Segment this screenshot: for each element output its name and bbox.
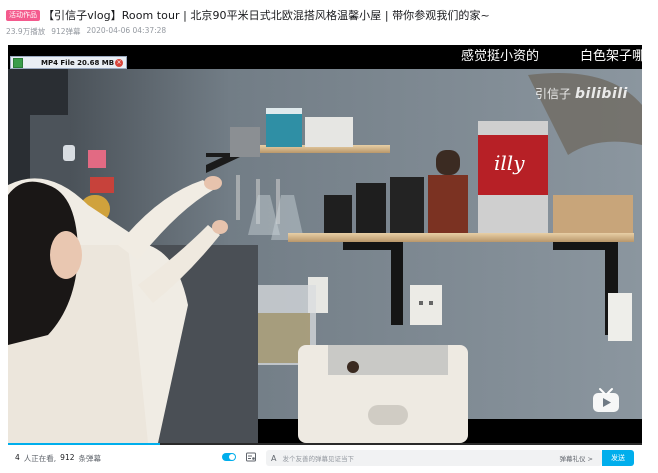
close-icon[interactable]: × — [115, 58, 123, 67]
publish-date: 2020-04-06 04:37:28 — [86, 26, 167, 35]
svg-text:illy: illy — [494, 151, 525, 175]
danmaku-count: 912弹幕 — [51, 27, 81, 36]
view-count: 23.9万播放 — [6, 27, 46, 36]
danmaku-input-placeholder: 发个友善的弹幕见证当下 — [282, 455, 354, 463]
progress-bar[interactable] — [8, 443, 642, 445]
bilibili-watermark: 引信子 bilibili — [535, 85, 628, 102]
danmaku-label: 条弹幕 — [78, 453, 102, 463]
player-footer: 4 人正在看, 912 条弹幕 A 发个友善的弹幕见证当下 弹幕礼仪 > 发送 — [8, 447, 642, 469]
video-title: 【引信子vlog】Room tour | 北京90平米日式北欧混搭风格温馨小屋 … — [43, 9, 490, 22]
danmaku-input[interactable]: A 发个友善的弹幕见证当下 弹幕礼仪 > — [266, 450, 602, 466]
danmaku-settings-icon[interactable] — [246, 452, 256, 462]
progress-fill — [8, 443, 161, 445]
file-size-overlay[interactable]: MP4 File 20.68 MB × — [10, 56, 127, 69]
send-button[interactable]: 发送 — [602, 450, 634, 466]
file-size-label: MP4 File 20.68 MB — [41, 58, 115, 67]
watching-label: 人正在看, — [23, 453, 57, 463]
uploader-watermark: 引信子 — [535, 87, 572, 101]
activity-badge[interactable]: 活动作品 — [6, 9, 40, 21]
video-title-row: 活动作品 【引信子vlog】Room tour | 北京90平米日式北欧混搭风格… — [6, 7, 490, 23]
watching-count: 4 — [15, 452, 20, 462]
footer-danmaku-count: 912 — [60, 452, 75, 462]
video-frame: illy — [8, 69, 642, 443]
video-player[interactable]: illy MP4 File 20.68 MB × 感觉挺小资的 白色架子哪 引信… — [8, 45, 642, 443]
danmaku-comment: 白色架子哪 — [580, 49, 642, 64]
video-meta: 23.9万播放 912弹幕 2020-04-06 04:37:28 — [6, 26, 166, 37]
viewer-stats: 4 人正在看, 912 条弹幕 — [8, 453, 101, 464]
danmaku-comment: 感觉挺小资的 — [461, 49, 540, 64]
danmaku-toggle[interactable] — [222, 453, 236, 461]
danmaku-etiquette-link[interactable]: 弹幕礼仪 > — [559, 453, 593, 463]
bilibili-tv-icon[interactable] — [591, 387, 621, 413]
danmaku-style-icon[interactable]: A — [271, 454, 276, 463]
app-icon — [13, 57, 23, 68]
bilibili-logo: bilibili — [575, 86, 628, 102]
